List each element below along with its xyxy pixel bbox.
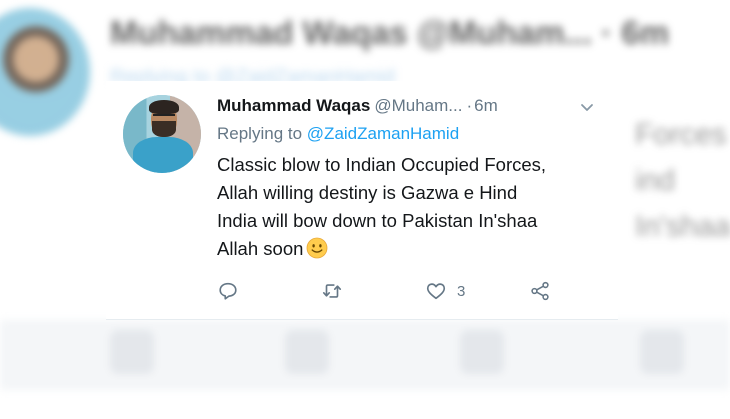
author-handle[interactable]: @Muham... [374,96,462,115]
like-button[interactable]: 3 [425,279,465,303]
share-button[interactable] [529,279,551,303]
tweet-actions: 3 [217,279,577,305]
tweet-text-line: India will bow down to Pakistan In'shaa [217,210,538,231]
blurred-side-text: Forces [635,118,727,151]
chevron-down-icon[interactable] [579,99,595,115]
blurred-author-line: Muhammad Waqas @Muham... · 6m [110,14,670,51]
blurred-avatar [0,8,90,136]
blurred-share-icon [640,330,684,374]
replying-label: Replying to [217,124,303,143]
blurred-reply-icon [110,330,154,374]
blurred-retweet-icon [285,330,329,374]
author-name[interactable]: Muhammad Waqas [217,96,370,115]
share-icon [531,281,549,301]
tweet-card[interactable]: Muhammad Waqas @Muham... · 6m Replying to @… [106,81,618,320]
tweet-text-line: Allah soon [217,238,304,259]
tweet-timestamp[interactable]: 6m [474,96,498,115]
blurred-side-text: ind [635,164,676,197]
slightly-smiling-face-icon [307,237,328,259]
heart-icon [426,283,446,300]
tweet-text-line: Classic blow to Indian Occupied Forces, [217,154,547,175]
separator: · [466,96,473,115]
replying-to-line: Replying to @ZaidZamanHamid [217,124,459,144]
retweet-button[interactable] [321,279,343,303]
reply-button[interactable] [217,279,239,303]
mention-link[interactable]: @ZaidZamanHamid [307,124,459,143]
reply-icon [219,282,237,300]
avatar[interactable] [123,95,201,173]
tweet-header: Muhammad Waqas @Muham... · 6m [217,96,607,120]
tweet-text-line: Allah willing destiny is Gazwa e Hind [217,182,518,203]
retweet-icon [322,284,342,298]
blurred-like-icon [460,330,504,374]
blurred-side-text: In'shaa [635,210,730,243]
like-count: 3 [457,282,466,300]
tweet-text: Classic blow to Indian Occupied Forces, … [217,151,612,263]
